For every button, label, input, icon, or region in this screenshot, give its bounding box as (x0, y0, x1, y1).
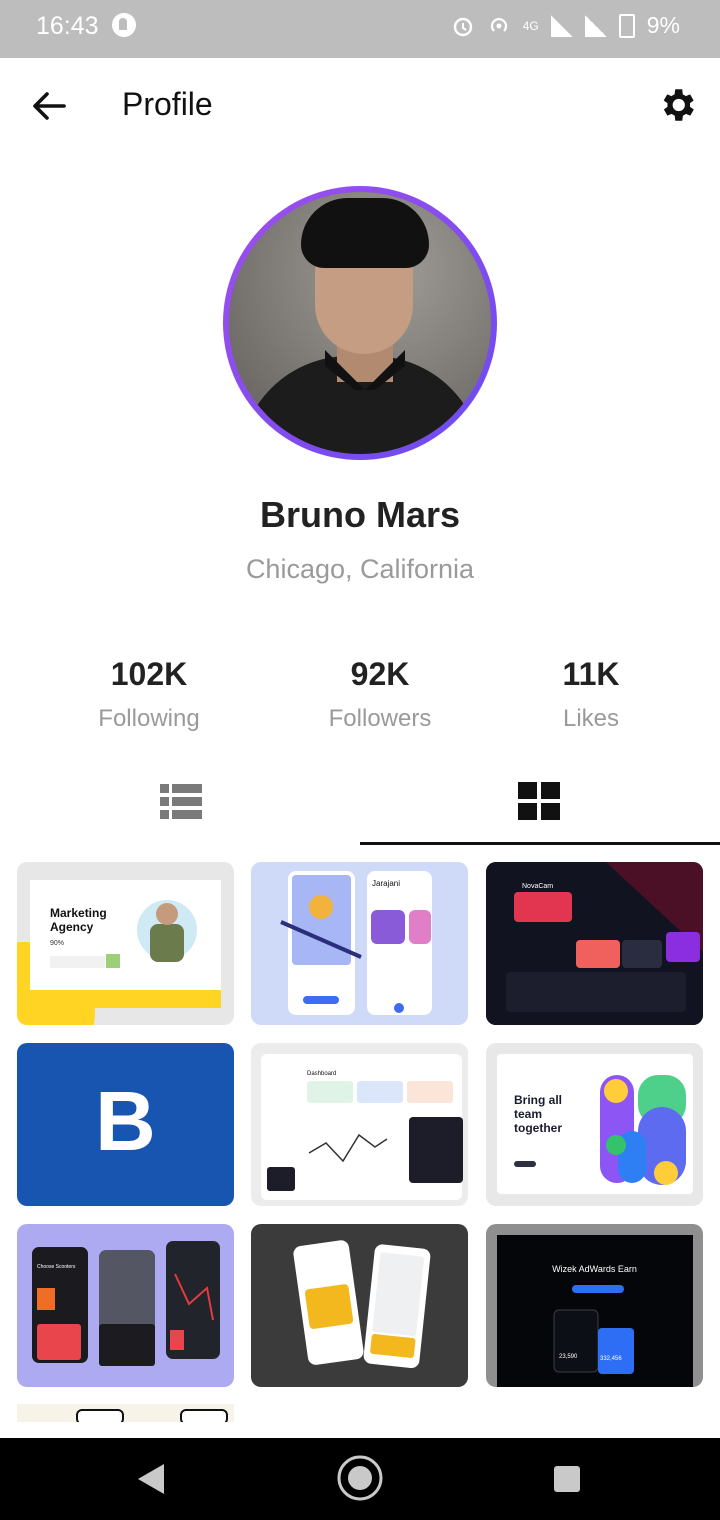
status-bar: 16:43 4G 9% (0, 0, 720, 58)
tile-text: Bring all (514, 1093, 563, 1107)
status-time: 16:43 (36, 12, 99, 40)
tile-text: Choose Scooters (37, 1264, 76, 1270)
status-icons: 4G 9% (451, 12, 680, 39)
list-icon (160, 784, 202, 819)
stat-following[interactable]: 102K Following (49, 656, 249, 733)
stat-value: 92K (350, 656, 410, 692)
tile-text: 90% (50, 940, 65, 947)
profile-name: Bruno Mars (259, 494, 461, 535)
tile-text: NovaCam (522, 883, 554, 890)
battery-level: 9% (646, 12, 680, 38)
stat-label: Likes (562, 705, 620, 732)
gear-icon[interactable] (656, 84, 698, 126)
back-arrow-icon[interactable] (26, 84, 70, 128)
app-notification-icon (112, 13, 136, 37)
gallery-tile-9[interactable]: Wizek AdWards Earn 23,590 332,456 (486, 1224, 703, 1387)
gallery-tile-6[interactable]: Bring all team together (486, 1043, 703, 1206)
nav-recents-icon[interactable] (553, 1465, 581, 1493)
alarm-icon (453, 17, 472, 36)
grid-icon (518, 782, 560, 820)
system-nav-bar (0, 1438, 720, 1520)
profile-location: Chicago, California (245, 554, 475, 584)
network-type: 4G (522, 18, 539, 33)
gallery-tile-4[interactable]: B (17, 1043, 234, 1206)
stat-followers[interactable]: 92K Followers (280, 656, 480, 733)
tile-text: Wizek AdWards Earn (552, 1264, 637, 1274)
gallery-tile-7[interactable]: Choose Scooters (17, 1224, 234, 1387)
tile-text: Dashboard (307, 1071, 337, 1077)
avatar[interactable] (229, 192, 491, 454)
tile-text: Jarajani (372, 879, 401, 888)
tab-grid-view[interactable] (360, 770, 720, 845)
tab-list-view[interactable] (0, 770, 360, 842)
tile-text: together (514, 1121, 562, 1135)
gallery-tile-8[interactable] (251, 1224, 468, 1387)
gallery-tile-1[interactable]: Marketing Agency 90% (17, 862, 234, 1025)
signal-icon-2 (584, 14, 607, 37)
nav-home-icon[interactable] (336, 1454, 384, 1502)
stat-value: 11K (562, 656, 620, 692)
stat-value: 102K (110, 656, 188, 692)
tile-text: Agency (50, 920, 94, 934)
gallery-tile-2[interactable]: Jarajani (251, 862, 468, 1025)
app-bar: Profile (0, 58, 720, 154)
tile-logo-text: B (95, 1074, 156, 1168)
tile-text: 332,456 (600, 1356, 622, 1362)
gallery-tile-3[interactable]: NovaCam (486, 862, 703, 1025)
stat-likes[interactable]: 11K Likes (491, 656, 691, 733)
tile-text: team (514, 1107, 543, 1121)
stat-label: Following (98, 705, 200, 732)
page-title: Profile (122, 86, 213, 122)
hotspot-icon (490, 17, 507, 32)
stat-label: Followers (328, 705, 432, 732)
gallery-next-row (17, 1404, 703, 1422)
nav-back-icon[interactable] (136, 1462, 166, 1496)
tile-text: 23,590 (559, 1354, 578, 1360)
tile-text: Marketing (50, 906, 107, 920)
gallery-tile-5[interactable]: Dashboard (251, 1043, 468, 1206)
signal-icon (550, 14, 573, 37)
battery-icon (618, 13, 635, 38)
